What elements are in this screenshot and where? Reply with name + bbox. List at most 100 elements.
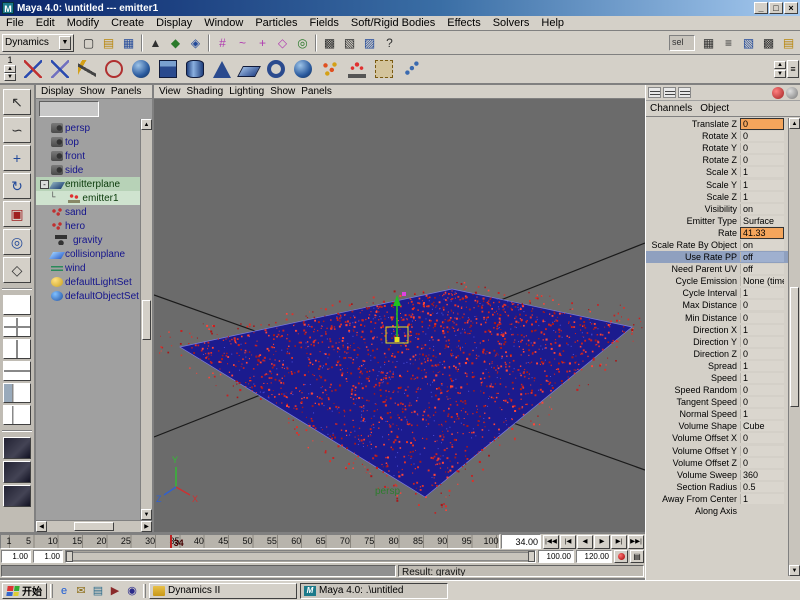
outliner-vertical-scrollbar[interactable]: ▲ ▼	[140, 119, 152, 520]
scale-tool[interactable]: ▣	[3, 201, 31, 227]
channel-value-field[interactable]: 1	[740, 288, 784, 298]
menu-set-dropdown[interactable]: Dynamics ▼	[2, 34, 74, 52]
menu-item[interactable]: Particles	[249, 16, 303, 30]
outliner-item[interactable]: wind	[36, 261, 140, 275]
outliner-item[interactable]: sand	[36, 205, 140, 219]
layout-two-pane-stacked-button[interactable]	[3, 361, 31, 381]
channel-box-scrollbar[interactable]: ▲ ▼	[788, 118, 800, 576]
channel-value-field[interactable]: 0	[740, 397, 784, 407]
nurbs-circle-icon[interactable]	[101, 56, 127, 82]
shelf-scroll-down-icon[interactable]: ▼	[774, 70, 786, 78]
outliner-item[interactable]: top	[36, 135, 140, 149]
poly-sphere-icon[interactable]	[290, 56, 316, 82]
channel-value-field[interactable]: 0	[740, 131, 784, 141]
range-slider-range[interactable]	[68, 552, 533, 561]
channel-value-field[interactable]: off	[740, 252, 784, 262]
menu-item[interactable]: Solvers	[487, 16, 536, 30]
volume-emitter-icon[interactable]	[371, 56, 397, 82]
show-channel-layer-icon[interactable]	[678, 87, 691, 98]
grid-toggle-button[interactable]: ▦	[699, 33, 718, 52]
channel-name[interactable]: Normal Speed	[646, 409, 740, 419]
select-object-button[interactable]: ◆	[166, 33, 185, 52]
show-layer-editor-icon[interactable]	[663, 87, 676, 98]
nurbs-sphere-icon[interactable]	[128, 56, 154, 82]
select-hierarchy-button[interactable]: ▲	[146, 33, 165, 52]
pencil-curve-tool-icon[interactable]	[74, 56, 100, 82]
channel-name[interactable]: Along Axis	[646, 506, 740, 516]
rotate-tool[interactable]: ↻	[3, 173, 31, 199]
scroll-thumb[interactable]	[142, 300, 151, 340]
channel-name[interactable]: Cycle Interval	[646, 288, 740, 298]
current-time-marker[interactable]	[170, 535, 172, 548]
channel-name[interactable]: Visibility	[646, 204, 740, 214]
channel-value-field[interactable]: 0	[740, 337, 784, 347]
ep-curve-tool-icon[interactable]	[47, 56, 73, 82]
channel-name[interactable]: Volume Shape	[646, 421, 740, 431]
range-end-handle[interactable]	[528, 551, 535, 562]
channel-value-field[interactable]: 0	[740, 155, 784, 165]
channel-name[interactable]: Min Distance	[646, 313, 740, 323]
channel-value-field[interactable]: on	[740, 204, 784, 214]
hypershade-button[interactable]: ▩	[759, 33, 778, 52]
channels-icon[interactable]: ◉	[124, 583, 140, 599]
channel-name[interactable]: Rotate Z	[646, 155, 740, 165]
outliner-menu-item[interactable]: Show	[78, 86, 107, 97]
outliner-item[interactable]: └ emitter1	[36, 191, 140, 205]
channel-value-field[interactable]: 0	[740, 300, 784, 310]
step-back-frame-button[interactable]: |◀	[560, 535, 576, 549]
menu-item[interactable]: Help	[535, 16, 570, 30]
nurbs-torus-icon[interactable]	[263, 56, 289, 82]
move-tool[interactable]: +	[3, 145, 31, 171]
outliner-item[interactable]: persp	[36, 121, 140, 135]
emitter-icon[interactable]	[344, 56, 370, 82]
nurbs-cone-icon[interactable]	[209, 56, 235, 82]
viewport-canvas[interactable]: Y X Z persp	[154, 99, 645, 532]
select-tool[interactable]: ↖	[3, 89, 31, 115]
scroll-up-icon[interactable]: ▲	[141, 119, 152, 130]
start-button[interactable]: 开始	[2, 583, 47, 599]
menu-item[interactable]: Soft/Rigid Bodies	[345, 16, 441, 30]
channel-name[interactable]: Scale Y	[646, 180, 740, 190]
channel-name[interactable]: Scale Z	[646, 192, 740, 202]
channel-name[interactable]: Section Radius	[646, 482, 740, 492]
shelf-menu-icon[interactable]: ≡	[787, 60, 799, 78]
channel-name[interactable]: Use Rate PP	[646, 252, 740, 262]
auto-key-button[interactable]	[614, 550, 628, 563]
outliner-item[interactable]: front	[36, 149, 140, 163]
maximize-button[interactable]: □	[769, 2, 783, 14]
channel-name[interactable]: Direction Y	[646, 337, 740, 347]
outliner-menu-item[interactable]: Panels	[109, 86, 144, 97]
layout-single-pane-button[interactable]	[3, 295, 31, 315]
toolbar-separator-1[interactable]	[141, 34, 143, 52]
outliner-item[interactable]: gravity	[36, 233, 140, 247]
menu-item[interactable]: File	[0, 16, 30, 30]
outliner-item[interactable]: defaultLightSet	[36, 275, 140, 289]
channel-value-field[interactable]: Surface	[740, 216, 784, 226]
range-start-handle[interactable]	[66, 551, 73, 562]
toolbox-shortcut-button-2[interactable]	[3, 461, 31, 483]
channel-options-icon[interactable]	[786, 87, 798, 99]
channel-name[interactable]: Scale X	[646, 167, 740, 177]
outlook-icon[interactable]: ✉	[73, 583, 89, 599]
animation-end-field[interactable]: 120.00	[576, 550, 612, 563]
channel-name[interactable]: Cycle Emission	[646, 276, 740, 286]
menu-item[interactable]: Modify	[61, 16, 105, 30]
expand-toggle-icon[interactable]: -	[40, 180, 49, 189]
viewport-menu-item[interactable]: Shading	[185, 86, 226, 97]
snap-to-plane-button[interactable]: ◇	[273, 33, 292, 52]
channel-name[interactable]: Volume Offset X	[646, 433, 740, 443]
channel-value-field[interactable]: off	[740, 264, 784, 274]
channel-box-tab[interactable]: Channels	[650, 103, 692, 114]
script-editor-button[interactable]: ≡	[719, 33, 738, 52]
new-scene-button[interactable]: ▢	[79, 33, 98, 52]
save-scene-button[interactable]: ▦	[119, 33, 138, 52]
render-view-button[interactable]: ▧	[739, 33, 758, 52]
help-button[interactable]: ?	[380, 33, 399, 52]
toolbox-shortcut-button-3[interactable]	[3, 485, 31, 507]
command-line-input[interactable]	[1, 565, 396, 577]
channel-name[interactable]: Speed Random	[646, 385, 740, 395]
channel-name[interactable]: Rotate Y	[646, 143, 740, 153]
menu-item[interactable]: Effects	[441, 16, 486, 30]
nurbs-cylinder-icon[interactable]	[182, 56, 208, 82]
viewport-menu-item[interactable]: Lighting	[227, 86, 266, 97]
